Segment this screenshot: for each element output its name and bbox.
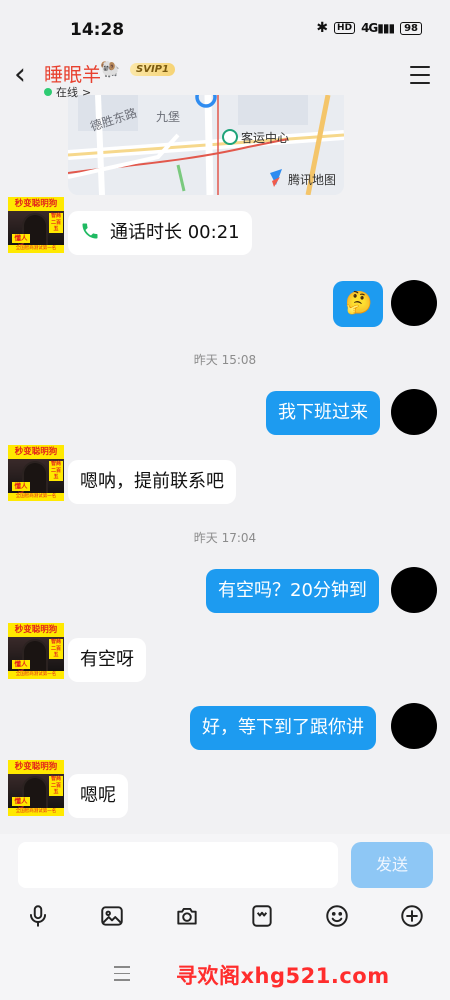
- phone-icon: [82, 223, 98, 239]
- avatar-figure: [24, 215, 46, 249]
- plus-icon[interactable]: [394, 898, 430, 934]
- vip-badge[interactable]: SVIP1: [130, 63, 175, 76]
- avatar-footer: 全国智商测试第一名: [8, 671, 64, 679]
- system-nav-bar: 寻欢阁xhg521.com: [0, 950, 450, 1000]
- message-bubble-incoming[interactable]: 嗯呢: [68, 774, 128, 818]
- avatar-sticker: 懂人话: [12, 797, 30, 814]
- microphone-icon[interactable]: [20, 898, 56, 934]
- avatar-caption: 秒变聪明狗: [8, 445, 64, 459]
- contact-avatar[interactable]: 秒变聪明狗 懂人话 智商二百五 全国智商测试第一名: [8, 445, 64, 501]
- signal-icon: 4G▮▮▮: [361, 21, 395, 35]
- avatar-side-tag: 智商二百五: [49, 213, 63, 233]
- message-bubble-incoming[interactable]: 有空呀: [68, 638, 146, 682]
- battery-icon: 98: [400, 21, 422, 35]
- online-status-label: 在线: [56, 86, 78, 99]
- my-avatar[interactable]: [391, 703, 437, 749]
- avatar-caption: 秒变聪明狗: [8, 760, 64, 774]
- avatar-sticker: 懂人话: [12, 482, 30, 499]
- avatar-side-tag: 智商二百五: [49, 639, 63, 659]
- avatar-footer: 全国智商测试第一名: [8, 493, 64, 501]
- system-icons: ✱ HD 4G▮▮▮ 98: [316, 20, 422, 36]
- timestamp: 昨天 15:08: [193, 353, 257, 367]
- online-status[interactable]: 在线 >: [44, 84, 91, 100]
- map-svg: 德胜东路 九堡 客运中心 腾讯地图: [68, 95, 344, 195]
- camera-icon[interactable]: [169, 898, 205, 934]
- call-record-bubble[interactable]: 通话时长 00:21: [68, 211, 252, 255]
- my-avatar[interactable]: [391, 389, 437, 435]
- timestamp: 昨天 17:04: [193, 531, 257, 545]
- avatar-figure: [24, 641, 46, 675]
- map-brand: 腾讯地图: [288, 172, 336, 187]
- contact-name[interactable]: 睡眠羊: [44, 60, 101, 87]
- avatar-figure: [24, 778, 46, 812]
- status-bar: 14:28 ✱ HD 4G▮▮▮ 98: [0, 0, 450, 50]
- thinking-emoji-icon: 🤔: [345, 291, 373, 316]
- call-duration: 通话时长 00:21: [110, 222, 240, 243]
- emoji-bubble[interactable]: 🤔: [333, 281, 383, 327]
- nav-menu-icon[interactable]: [114, 966, 130, 986]
- message-bubble-incoming[interactable]: 嗯呐，提前联系吧: [68, 460, 236, 504]
- chat-header: ‹ 睡眠羊 🐏 SVIP1 在线 >: [0, 50, 450, 102]
- avatar-caption: 秒变聪明狗: [8, 197, 64, 211]
- avatar-footer: 全国智商测试第一名: [8, 245, 64, 253]
- message-input[interactable]: [18, 842, 338, 888]
- avatar-side-tag: 智商二百五: [49, 776, 63, 796]
- avatar-side-tag: 智商二百五: [49, 461, 63, 481]
- message-bubble-outgoing[interactable]: 有空吗？20分钟到: [206, 569, 379, 613]
- my-avatar[interactable]: [391, 567, 437, 613]
- input-toolbar: [0, 898, 450, 934]
- clock: 14:28: [70, 20, 125, 40]
- contact-avatar[interactable]: 秒变聪明狗 懂人话 智商二百五 全国智商测试第一名: [8, 197, 64, 253]
- map-poi-label: 客运中心: [241, 130, 289, 145]
- avatar-figure: [24, 463, 46, 497]
- chevron-right-icon: >: [82, 85, 92, 99]
- contact-avatar[interactable]: 秒变聪明狗 懂人话 智商二百五 全国智商测试第一名: [8, 623, 64, 679]
- online-dot-icon: [44, 88, 52, 96]
- map-area-label: 九堡: [156, 109, 180, 124]
- my-avatar[interactable]: [391, 280, 437, 326]
- hd-icon: HD: [334, 22, 356, 34]
- avatar-footer: 全国智商测试第一名: [8, 808, 64, 816]
- bluetooth-icon: ✱: [316, 20, 329, 36]
- back-icon[interactable]: ‹: [14, 60, 26, 90]
- sticker-icon[interactable]: [244, 898, 280, 934]
- message-bubble-outgoing[interactable]: 好，等下到了跟你讲: [190, 706, 376, 750]
- avatar-sticker: 懂人话: [12, 660, 30, 677]
- menu-icon[interactable]: [410, 66, 430, 90]
- image-icon[interactable]: [94, 898, 130, 934]
- message-bubble-outgoing[interactable]: 我下班过来: [266, 391, 380, 435]
- sheep-emoji: 🐏: [100, 59, 120, 78]
- contact-avatar[interactable]: 秒变聪明狗 懂人话 智商二百五 全国智商测试第一名: [8, 760, 64, 816]
- avatar-sticker: 懂人话: [12, 234, 30, 251]
- avatar-caption: 秒变聪明狗: [8, 623, 64, 637]
- location-map-card[interactable]: 德胜东路 九堡 客运中心 腾讯地图: [68, 95, 344, 195]
- send-button[interactable]: 发送: [351, 842, 433, 888]
- network-label: 4G: [361, 21, 378, 35]
- watermark: 寻欢阁xhg521.com: [176, 964, 390, 988]
- emoji-icon[interactable]: [319, 898, 355, 934]
